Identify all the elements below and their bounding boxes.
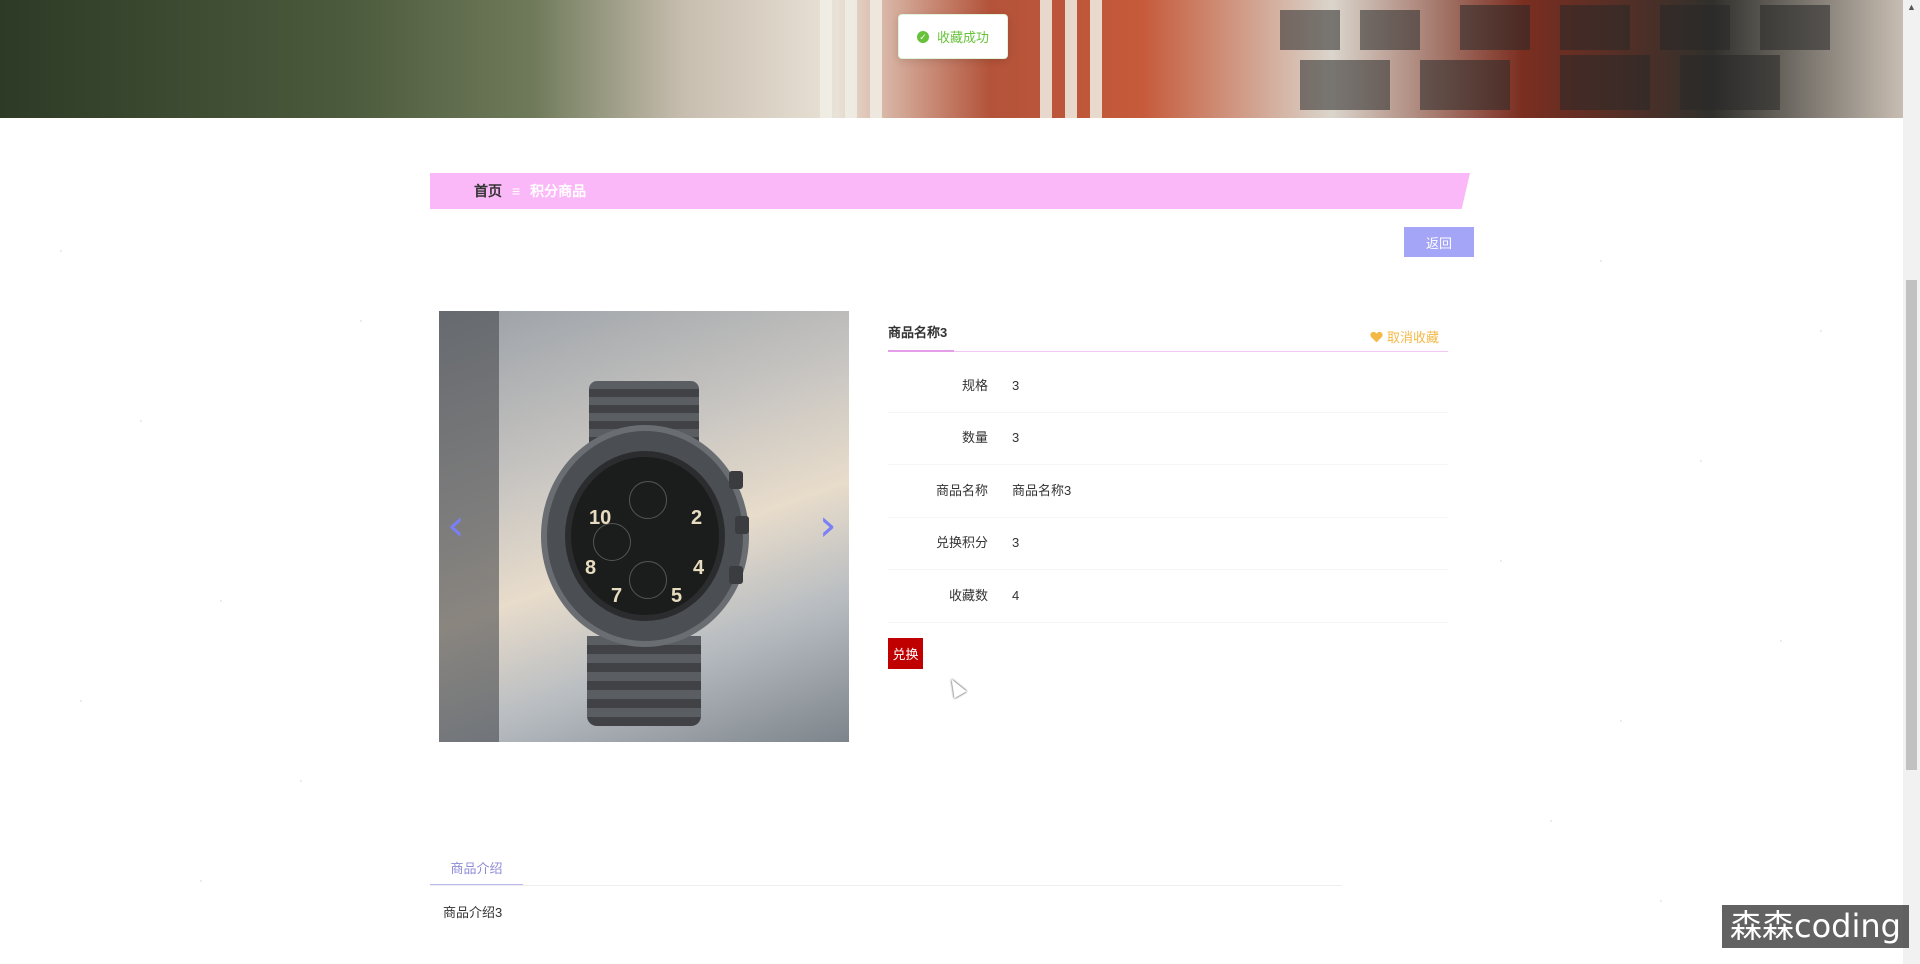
breadcrumb: 首页 ≡ 积分商品: [430, 173, 1470, 209]
title-divider-accent: [888, 350, 954, 352]
scroll-up-icon[interactable]: ▲: [1906, 2, 1917, 12]
watch-numeral: 2: [691, 507, 703, 529]
watch-numeral: 10: [589, 507, 612, 529]
success-toast: ✓ 收藏成功: [898, 14, 1008, 59]
background-speckle: [1780, 640, 1782, 642]
detail-row-points: 兑换积分 3: [888, 517, 1448, 570]
detail-label: 规格: [961, 378, 988, 393]
background-speckle: [220, 600, 222, 602]
detail-row-product-name: 商品名称 商品名称3: [888, 465, 1448, 518]
page-scrollbar[interactable]: ▲: [1903, 0, 1920, 964]
tab-product-intro[interactable]: 商品介绍: [430, 856, 523, 886]
background-speckle: [1820, 330, 1822, 332]
watch-band-bottom: [587, 636, 701, 726]
watch-numeral: 8: [585, 557, 597, 579]
mouse-cursor-icon: [945, 675, 967, 699]
chevron-right-icon[interactable]: ›: [819, 504, 837, 548]
chevron-left-icon[interactable]: ‹: [447, 504, 465, 548]
breadcrumb-current: 积分商品: [530, 183, 587, 199]
exchange-button[interactable]: 兑换: [888, 638, 923, 669]
detail-row-quantity: 数量 3: [888, 412, 1448, 465]
background-speckle: [360, 320, 362, 322]
toast-message: 收藏成功: [936, 30, 989, 45]
background-speckle: [80, 700, 82, 702]
background-speckle: [1500, 560, 1502, 562]
watch-subdial-bottom: [629, 561, 667, 599]
background-speckle: [1700, 460, 1702, 462]
detail-value: 商品名称3: [1012, 483, 1072, 498]
watermark-label: 森森coding: [1722, 905, 1909, 948]
check-circle-icon: ✓: [916, 30, 929, 43]
detail-value: 3: [1012, 378, 1020, 393]
background-speckle: [200, 880, 202, 882]
title-divider: [888, 351, 1448, 352]
product-image-carousel[interactable]: 10 2 4 5 7 8 ‹ ›: [439, 311, 849, 742]
background-speckle: [1600, 260, 1602, 262]
watch-pusher-bottom: [729, 566, 743, 584]
back-button[interactable]: 返回: [1404, 227, 1474, 257]
watch-pusher-top: [729, 471, 743, 489]
detail-row-favorites: 收藏数 4: [888, 570, 1448, 623]
product-intro-content: 商品介绍3: [443, 905, 503, 920]
background-speckle: [1550, 820, 1552, 822]
background-speckle: [140, 420, 142, 422]
detail-label: 商品名称: [935, 483, 988, 498]
scrollbar-thumb[interactable]: [1906, 280, 1917, 770]
breadcrumb-home[interactable]: 首页: [474, 181, 502, 201]
detail-value: 3: [1012, 535, 1020, 550]
watch-numeral: 5: [671, 585, 683, 607]
detail-label: 收藏数: [948, 588, 988, 603]
background-speckle: [60, 250, 62, 252]
watch-dial: 10 2 4 5 7 8: [565, 451, 725, 621]
watch-numeral: 7: [611, 585, 623, 607]
background-speckle: [1660, 900, 1662, 902]
detail-row-spec: 规格 3: [888, 360, 1448, 413]
watch-numeral: 4: [693, 557, 705, 579]
background-speckle: [300, 780, 302, 782]
product-title: 商品名称3: [888, 325, 948, 340]
detail-value: 3: [1012, 430, 1020, 445]
detail-value: 4: [1012, 588, 1020, 603]
unfavorite-label: 取消收藏: [1387, 330, 1440, 345]
detail-label: 数量: [961, 430, 988, 445]
heart-icon: [1370, 331, 1383, 342]
unfavorite-button[interactable]: 取消收藏: [1370, 327, 1439, 346]
watch-subdial-top: [629, 481, 667, 519]
tab-divider: [430, 885, 1342, 886]
watch-crown: [735, 516, 749, 534]
breadcrumb-separator: ≡: [512, 183, 521, 199]
background-speckle: [1620, 720, 1622, 722]
detail-label: 兑换积分: [935, 535, 988, 550]
